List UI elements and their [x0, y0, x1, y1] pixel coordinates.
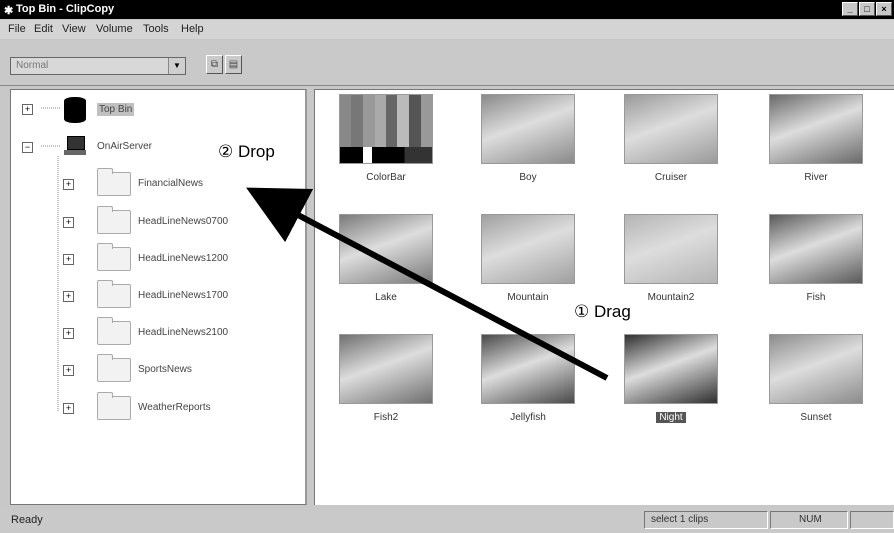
num-lock-indicator: NUM — [770, 511, 848, 529]
minimize-button[interactable]: _ — [842, 2, 858, 16]
selection-count: select 1 clips — [644, 511, 768, 529]
clip-name-text: Mountain — [507, 292, 549, 303]
tree-label-folder[interactable]: SportsNews — [138, 364, 192, 375]
tree-node-folder[interactable]: + FinancialNews — [11, 168, 291, 198]
clip-name-text: Cruiser — [654, 172, 688, 183]
expand-icon[interactable]: + — [63, 403, 74, 414]
clip-name-text: Sunset — [800, 412, 832, 423]
menu-view[interactable]: View — [62, 23, 86, 35]
clip-name: Jellyfish — [468, 412, 588, 423]
clip-thumbnail[interactable] — [624, 94, 718, 164]
app-icon: ✱ — [4, 5, 14, 17]
toolbar: Normal ▼ ⧉ ▤ — [0, 40, 894, 86]
folder-icon — [97, 317, 131, 345]
tree-label-folder[interactable]: HeadLineNews1700 — [138, 290, 228, 301]
pane-splitter[interactable] — [307, 89, 314, 505]
expand-icon[interactable]: + — [63, 291, 74, 302]
collapse-icon[interactable]: − — [22, 142, 33, 153]
tree-node-folder[interactable]: + SportsNews — [11, 354, 291, 384]
clip-name: ColorBar — [326, 172, 446, 183]
clip-thumbnail[interactable] — [481, 214, 575, 284]
menu-file[interactable]: File — [8, 23, 26, 35]
tree-label-top-bin[interactable]: Top Bin — [97, 103, 135, 116]
clip-thumbnail[interactable] — [769, 94, 863, 164]
copy-icon: ⧉ — [210, 59, 219, 70]
status-bar: Ready select 1 clips NUM — [0, 508, 894, 533]
menu-edit[interactable]: Edit — [34, 23, 53, 35]
clip-name-text: Fish — [806, 292, 826, 303]
clip-name: Night — [611, 412, 731, 423]
menu-bar: File Edit View Volume Tools Help — [0, 20, 894, 39]
clip-name-text: Jellyfish — [510, 412, 546, 423]
folder-icon — [97, 243, 131, 271]
paste-button[interactable]: ▤ — [225, 55, 242, 74]
expand-icon[interactable]: + — [63, 179, 74, 190]
maximize-button[interactable]: □ — [859, 2, 875, 16]
drag-annotation: ① Drag — [570, 300, 635, 324]
folder-icon — [97, 280, 131, 308]
clip-name-text: Mountain2 — [647, 292, 695, 303]
clip-thumbnail[interactable] — [481, 334, 575, 404]
chevron-down-icon[interactable]: ▼ — [168, 58, 185, 74]
clip-thumbnail[interactable] — [481, 94, 575, 164]
close-button[interactable]: × — [876, 2, 892, 16]
clip-name-text: Fish2 — [373, 412, 399, 423]
tree-label-server[interactable]: OnAirServer — [97, 141, 152, 152]
copy-button[interactable]: ⧉ — [206, 55, 223, 74]
tree-node-folder[interactable]: + HeadLineNews2100 — [11, 317, 291, 347]
title-bar: ✱ Top Bin - ClipCopy _ □ × — [0, 0, 894, 19]
tree-label-folder[interactable]: WeatherReports — [138, 402, 211, 413]
clip-thumbnail[interactable] — [769, 214, 863, 284]
tree-node-folder[interactable]: + WeatherReports — [11, 392, 291, 422]
mode-select-value: Normal — [16, 60, 49, 71]
database-icon — [64, 97, 86, 123]
expand-icon[interactable]: + — [63, 328, 74, 339]
expand-icon[interactable]: + — [63, 217, 74, 228]
folder-icon — [97, 392, 131, 420]
tree-label-folder[interactable]: HeadLineNews1200 — [138, 253, 228, 264]
server-icon — [64, 136, 86, 156]
tree-node-folder[interactable]: + HeadLineNews0700 — [11, 206, 291, 236]
clip-thumbnail[interactable] — [624, 334, 718, 404]
clip-thumbnail-pane[interactable]: ColorBar Boy Cruiser River Lake Mountain Mount… — [314, 89, 894, 505]
menu-volume[interactable]: Volume — [96, 23, 133, 35]
main-window: ✱ Top Bin - ClipCopy _ □ × File Edit Vie… — [0, 0, 894, 533]
window-title: Top Bin - ClipCopy — [16, 3, 115, 15]
clip-name-text: Lake — [375, 292, 397, 303]
mode-select[interactable]: Normal ▼ — [10, 57, 186, 75]
tree-node-folder[interactable]: + HeadLineNews1200 — [11, 243, 291, 273]
folder-icon — [97, 354, 131, 382]
clip-name: Fish — [756, 292, 876, 303]
menu-help[interactable]: Help — [181, 23, 204, 35]
expand-icon[interactable]: + — [63, 254, 74, 265]
clip-thumbnail[interactable] — [339, 214, 433, 284]
expand-icon[interactable]: + — [63, 365, 74, 376]
clip-thumbnail[interactable] — [339, 334, 433, 404]
tree-label-folder[interactable]: HeadLineNews2100 — [138, 327, 228, 338]
clip-name: Sunset — [756, 412, 876, 423]
tree-label-folder[interactable]: FinancialNews — [138, 178, 203, 189]
menu-tools[interactable]: Tools — [143, 23, 169, 35]
drop-annotation: ② Drop — [214, 140, 279, 164]
clip-name: Lake — [326, 292, 446, 303]
status-extra-panel — [850, 511, 894, 529]
clip-thumbnail[interactable] — [624, 214, 718, 284]
tree-label-folder[interactable]: HeadLineNews0700 — [138, 216, 228, 227]
folder-icon — [97, 168, 131, 196]
clip-name-text: Boy — [519, 172, 537, 183]
clip-name: Boy — [468, 172, 588, 183]
clip-name: River — [756, 172, 876, 183]
clip-name-text: Night — [656, 412, 686, 423]
expand-icon[interactable]: + — [22, 104, 33, 115]
clip-name: Cruiser — [611, 172, 731, 183]
clip-name: Fish2 — [326, 412, 446, 423]
paste-icon: ▤ — [228, 59, 239, 70]
clip-thumbnail[interactable] — [769, 334, 863, 404]
tree-node-folder[interactable]: + HeadLineNews1700 — [11, 280, 291, 310]
folder-icon — [97, 206, 131, 234]
status-text: Ready — [11, 514, 43, 526]
clip-name-text: ColorBar — [366, 172, 406, 183]
clip-thumbnail[interactable] — [339, 94, 433, 164]
clip-name-text: River — [804, 172, 828, 183]
